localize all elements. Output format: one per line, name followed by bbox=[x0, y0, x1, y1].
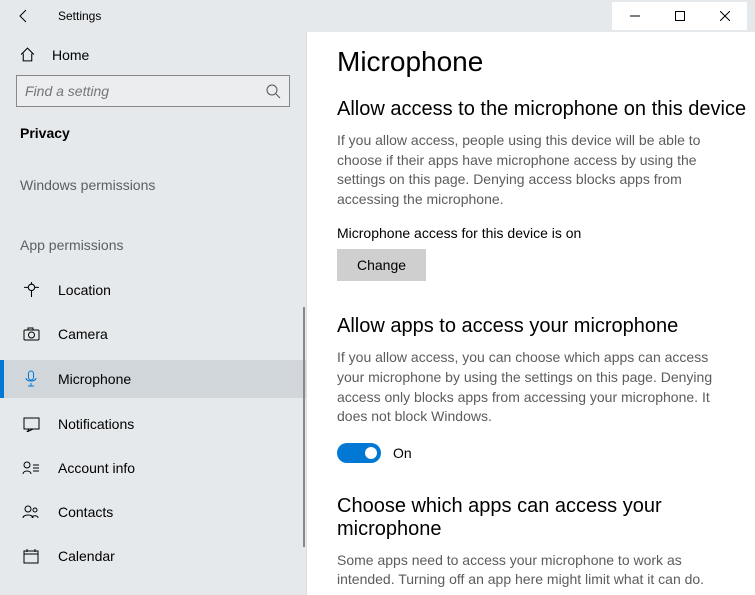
sidebar-item-label: Notifications bbox=[58, 416, 134, 432]
home-nav[interactable]: Home bbox=[0, 32, 306, 75]
device-access-heading: Allow access to the microphone on this d… bbox=[337, 98, 755, 121]
choose-apps-desc: Some apps need to access your microphone… bbox=[337, 551, 717, 590]
notifications-icon bbox=[22, 417, 40, 432]
sidebar-item-label: Camera bbox=[58, 326, 108, 342]
sidebar-item-calendar[interactable]: Calendar bbox=[0, 538, 306, 574]
minimize-button[interactable] bbox=[612, 2, 657, 30]
app-permissions-heading: App permissions bbox=[0, 233, 306, 271]
home-icon bbox=[18, 46, 36, 63]
location-icon bbox=[22, 281, 40, 298]
sidebar-item-label: Location bbox=[58, 282, 111, 298]
sidebar-item-label: Calendar bbox=[58, 548, 115, 564]
search-box[interactable] bbox=[16, 75, 290, 107]
account-icon bbox=[22, 461, 40, 475]
contacts-icon bbox=[22, 505, 40, 519]
choose-apps-heading: Choose which apps can access your microp… bbox=[337, 495, 755, 541]
change-button[interactable]: Change bbox=[337, 249, 426, 281]
back-button[interactable] bbox=[8, 0, 40, 32]
sidebar-item-contacts[interactable]: Contacts bbox=[0, 494, 306, 530]
apps-access-heading: Allow apps to access your microphone bbox=[337, 315, 755, 338]
privacy-heading: Privacy bbox=[0, 121, 306, 159]
sidebar-scrollbar[interactable] bbox=[303, 307, 305, 547]
search-icon bbox=[265, 83, 281, 99]
sidebar-item-location[interactable]: Location bbox=[0, 271, 306, 308]
calendar-icon bbox=[22, 548, 40, 564]
window-title: Settings bbox=[58, 9, 101, 23]
sidebar-item-label: Contacts bbox=[58, 504, 113, 520]
sidebar-item-notifications[interactable]: Notifications bbox=[0, 406, 306, 442]
search-input[interactable] bbox=[25, 83, 265, 99]
device-access-desc: If you allow access, people using this d… bbox=[337, 131, 717, 209]
microphone-icon bbox=[22, 370, 40, 388]
sidebar-item-camera[interactable]: Camera bbox=[0, 316, 306, 352]
titlebar: Settings bbox=[0, 0, 755, 32]
device-access-status: Microphone access for this device is on bbox=[337, 225, 755, 241]
sidebar-item-account[interactable]: Account info bbox=[0, 450, 306, 486]
sidebar-item-microphone[interactable]: Microphone bbox=[0, 360, 306, 398]
sidebar: Home Privacy Windows permissions App per… bbox=[0, 32, 306, 595]
close-button[interactable] bbox=[702, 2, 747, 30]
camera-icon bbox=[22, 327, 40, 342]
sidebar-item-label: Account info bbox=[58, 460, 135, 476]
page-title: Microphone bbox=[337, 46, 755, 78]
apps-access-desc: If you allow access, you can choose whic… bbox=[337, 348, 717, 426]
windows-permissions-heading: Windows permissions bbox=[0, 173, 306, 219]
maximize-button[interactable] bbox=[657, 2, 702, 30]
home-label: Home bbox=[52, 47, 89, 63]
apps-access-toggle-label: On bbox=[393, 445, 412, 461]
main-content: Microphone Allow access to the microphon… bbox=[306, 32, 755, 595]
apps-access-toggle[interactable] bbox=[337, 443, 381, 463]
sidebar-item-label: Microphone bbox=[58, 371, 131, 387]
